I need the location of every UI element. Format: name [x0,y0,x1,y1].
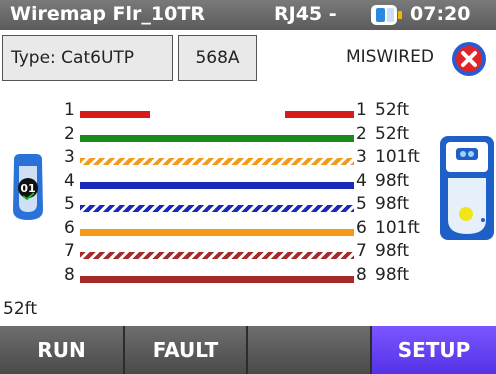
near-pin-label: 5 [64,194,75,214]
far-pin-label: 8 [356,264,367,285]
near-pin-label: 7 [64,241,75,261]
near-pin-label: 4 [64,170,75,191]
pair-length: 98ft [375,264,409,285]
pair-length: 101ft [375,147,420,167]
wire [80,158,354,165]
screen-title: Wiremap Flr_10TR [10,3,205,25]
far-pin-label: 3 [356,147,367,167]
wire [80,275,354,283]
status-label: MISWIRED [346,47,434,67]
near-pin-label: 2 [64,123,75,144]
setup-button[interactable]: SETUP [372,326,496,374]
wiring-standard-field[interactable]: 568A [178,35,257,81]
pair-length: 98ft [375,241,409,261]
wire-segment-far [285,111,354,118]
title-bar: Wiremap Flr_10TR RJ45 - 07:20 [0,0,496,30]
pair-length: 98ft [375,170,409,191]
wire [80,134,354,142]
connector-label: RJ45 - [274,3,337,25]
wire-segment-near [80,111,150,118]
far-pin-label: 6 [356,217,367,238]
pair-length: 52ft [375,100,409,120]
tester-main-unit-icon: 01 [13,154,43,220]
error-x-icon [452,42,486,76]
cursor-length: 52ft [3,299,37,319]
battery-icon [371,5,402,25]
far-pin-label: 5 [356,194,367,214]
cable-type-field[interactable]: Type: Cat6UTP [2,35,173,81]
fault-button[interactable]: FAULT [125,326,248,374]
far-pin-label: 4 [356,170,367,191]
pair-length: 101ft [375,217,420,238]
near-pin-label: 1 [64,100,75,120]
near-pin-label: 8 [64,264,75,285]
wire [80,181,354,189]
wire [80,252,354,259]
remote-unit-icon [440,136,494,240]
near-pin-label: 3 [64,147,75,167]
near-pin-label: 6 [64,217,75,238]
pair-length: 98ft [375,194,409,214]
far-pin-label: 7 [356,241,367,261]
clock: 07:20 [410,3,471,25]
run-button[interactable]: RUN [0,326,125,374]
far-pin-label: 2 [356,123,367,144]
far-pin-label: 1 [356,100,367,120]
softkey-bar: RUN FAULT SETUP [0,326,496,374]
wiremap-diagram: 01 1 1 52ft 2 2 52ft 3 3 101ft 4 4 98ft 5 5 98ft 6 6 101f… [0,90,496,300]
blank-softkey[interactable] [248,326,372,374]
wire [80,205,354,212]
pair-length: 52ft [375,123,409,144]
wire [80,228,354,236]
